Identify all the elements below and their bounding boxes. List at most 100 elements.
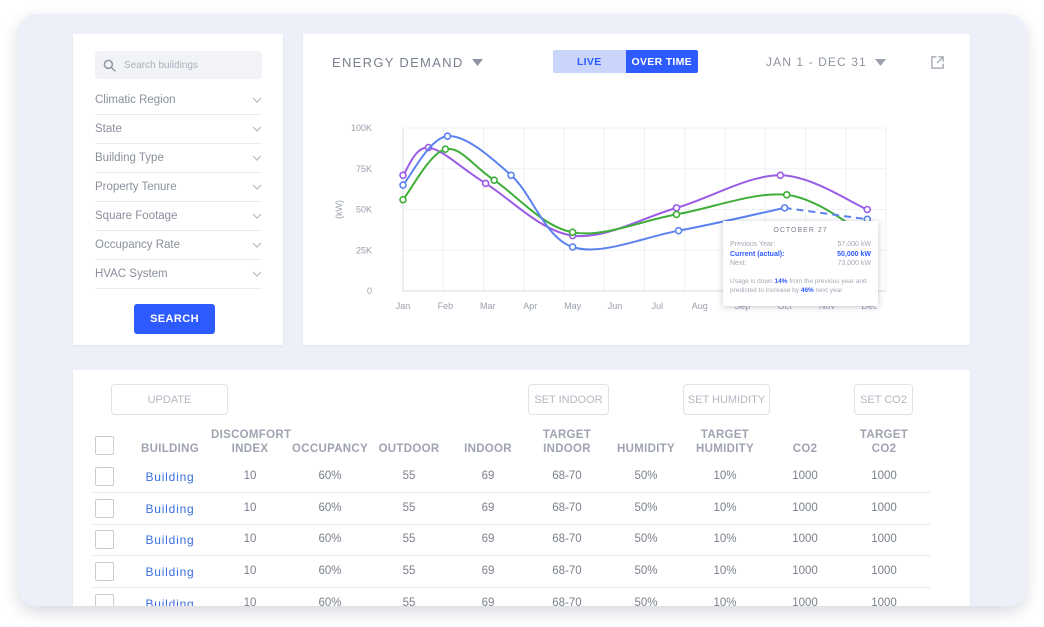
search-button[interactable]: SEARCH xyxy=(134,304,215,334)
column-header-text: TARGET xyxy=(859,429,909,441)
chevron-down-icon xyxy=(252,213,262,219)
column-header: TARGET INDOOR xyxy=(528,428,606,456)
table-cell: 10% xyxy=(713,502,737,514)
filter-label: Building Type xyxy=(95,152,164,164)
data-point xyxy=(674,226,683,235)
table-cell: 1000 xyxy=(871,597,897,606)
note-up-pct: 46% xyxy=(800,286,814,294)
data-point xyxy=(568,228,577,237)
note-down-pct: 14% xyxy=(774,277,788,285)
data-point xyxy=(399,195,407,204)
filter-label: HVAC System xyxy=(95,268,168,280)
chevron-down-icon xyxy=(252,242,262,248)
y-axis-label: (kW) xyxy=(334,200,344,219)
tooltip-note: Usage is down 14% from the previous year… xyxy=(730,277,871,295)
set-humidity-button[interactable]: SET HUMIDITY xyxy=(683,384,770,415)
row-checkbox[interactable] xyxy=(95,562,114,581)
note-text: Usage is down xyxy=(730,277,773,285)
building-link[interactable]: Building xyxy=(131,470,209,484)
row-divider xyxy=(93,555,930,556)
row-checkbox[interactable] xyxy=(95,467,114,486)
table-cell: 68-70 xyxy=(552,533,582,545)
search-icon xyxy=(103,59,116,72)
data-point xyxy=(568,243,577,251)
tooltip-label: Next: xyxy=(730,260,747,267)
buildings-table-panel: UPDATE SET INDOOR SET HUMIDITY SET CO2 B… xyxy=(73,370,970,606)
table-cell: 1000 xyxy=(792,502,818,514)
filter-hvac-system[interactable]: HVAC System xyxy=(95,260,262,289)
set-indoor-button[interactable]: SET INDOOR xyxy=(528,384,609,415)
row-divider xyxy=(93,587,930,588)
filter-property-tenure[interactable]: Property Tenure xyxy=(95,173,262,202)
table-cell: 1000 xyxy=(792,597,818,606)
y-tick-label: 50K xyxy=(356,205,372,215)
data-point xyxy=(399,171,407,180)
filter-occupancy-rate[interactable]: Occupancy Rate xyxy=(95,231,262,260)
table-cell: 55 xyxy=(402,502,416,514)
set-co2-button[interactable]: SET CO2 xyxy=(854,384,913,415)
filter-list: Climatic Region State Building Type Propert… xyxy=(95,86,262,289)
data-point xyxy=(776,171,785,180)
update-button[interactable]: UPDATE xyxy=(111,384,228,415)
chart-tooltip: OCTOBER 27 Previous Year: 57,000 kW Curr… xyxy=(723,221,878,306)
table-cell: 10% xyxy=(713,533,737,545)
data-point xyxy=(780,204,789,212)
app-window: Climatic Region State Building Type Propert… xyxy=(18,14,1026,606)
table-cell: 68-70 xyxy=(552,597,582,606)
y-tick-label: 75K xyxy=(356,164,372,174)
data-point xyxy=(490,176,498,184)
table-cell: 1000 xyxy=(871,470,897,482)
table-cell: 1000 xyxy=(871,533,897,545)
column-header-text: TARGET xyxy=(700,429,750,441)
filter-building-type[interactable]: Building Type xyxy=(95,144,262,173)
column-header: OCCUPANCY xyxy=(291,442,369,456)
column-header-text: INDOOR xyxy=(464,443,512,455)
table-cell: 1000 xyxy=(871,502,897,514)
building-link[interactable]: Building xyxy=(131,565,209,579)
building-link[interactable]: Building xyxy=(131,533,209,547)
row-checkbox[interactable] xyxy=(95,499,114,518)
filter-climatic-region[interactable]: Climatic Region xyxy=(95,86,262,115)
table-cell: 50% xyxy=(634,470,658,482)
tooltip-title: OCTOBER 27 xyxy=(773,227,828,234)
column-header: TARGET CO2 xyxy=(845,428,923,456)
column-header: OUTDOOR xyxy=(370,442,448,456)
table-cell: 69 xyxy=(481,597,495,606)
filter-label: Occupancy Rate xyxy=(95,239,181,251)
row-checkbox[interactable] xyxy=(95,594,114,606)
tooltip-row-next: Next: 73,000 kW xyxy=(730,259,871,269)
building-link[interactable]: Building xyxy=(131,502,209,516)
search-box[interactable] xyxy=(95,51,262,79)
select-all-checkbox[interactable] xyxy=(95,436,114,455)
tooltip-value: 57,000 kW xyxy=(837,241,871,248)
column-header-text: DISCOMFORT xyxy=(211,429,292,441)
chevron-down-icon xyxy=(252,184,262,190)
table-cell: 60% xyxy=(318,470,342,482)
column-header: INDOOR xyxy=(449,442,527,456)
column-header: DISCOMFORT INDEX xyxy=(211,428,292,456)
table-cell: 60% xyxy=(318,502,342,514)
filter-square-footage[interactable]: Square Footage xyxy=(95,202,262,231)
x-tick-label: Aug xyxy=(692,301,708,311)
column-header-text: INDEX xyxy=(231,443,269,455)
table-cell: 68-70 xyxy=(552,502,582,514)
table-cell: 60% xyxy=(318,565,342,577)
tooltip-value: 50,000 kW xyxy=(837,250,871,258)
table-cell: 69 xyxy=(481,533,495,545)
search-input[interactable] xyxy=(124,59,254,71)
data-point xyxy=(863,205,872,214)
column-header-text: BUILDING xyxy=(141,443,199,455)
x-tick-label: Jun xyxy=(608,301,623,311)
data-point xyxy=(672,204,681,212)
data-point xyxy=(481,179,490,188)
filter-state[interactable]: State xyxy=(95,115,262,144)
table-cell: 68-70 xyxy=(552,565,582,577)
tooltip-row-current: Current (actual): 50,000 kW xyxy=(730,250,871,260)
row-checkbox[interactable] xyxy=(95,530,114,549)
table-cell: 10% xyxy=(713,597,737,606)
column-header-text: CO2 xyxy=(792,443,818,455)
table-cell: 10 xyxy=(243,502,257,514)
table-cell: 60% xyxy=(318,597,342,606)
chevron-down-icon xyxy=(252,155,262,161)
building-link[interactable]: Building xyxy=(131,597,209,606)
